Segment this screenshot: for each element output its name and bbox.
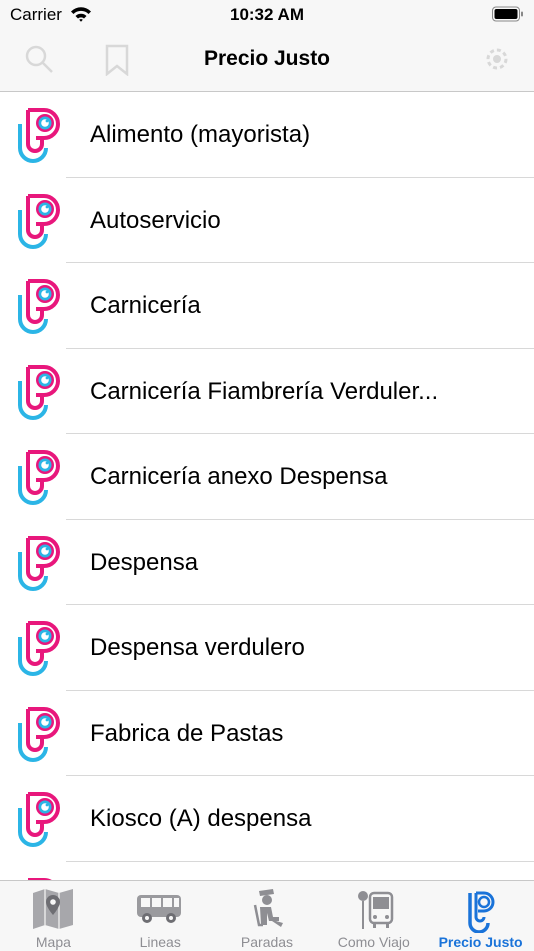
precio-justo-logo-icon xyxy=(14,188,70,254)
settings-icon[interactable] xyxy=(482,44,512,79)
battery-icon xyxy=(492,6,524,27)
list-item-label: Fabrica de Pastas xyxy=(90,719,284,747)
tab-label: Paradas xyxy=(240,934,294,950)
tab-label: Mapa xyxy=(35,934,71,950)
list-item[interactable]: Carnicería xyxy=(0,263,534,349)
tab-precio-justo[interactable]: Precio Justo xyxy=(427,881,534,951)
status-bar: Carrier 10:32 AM xyxy=(0,0,534,30)
precio-justo-logo-icon xyxy=(14,444,70,510)
list-item-label: Carnicería xyxy=(90,292,201,319)
tab-lineas[interactable]: Lineas xyxy=(107,881,214,951)
precio-justo-logo-icon xyxy=(14,615,70,681)
precio-justo-logo-icon xyxy=(14,786,70,852)
list-item[interactable]: Carnicería anexo Despensa xyxy=(0,434,534,520)
list-item-label: Despensa verdulero xyxy=(90,634,305,661)
list-item[interactable]: Alimento (mayorista) xyxy=(0,92,534,178)
page-title: Precio Justo xyxy=(203,47,331,70)
bus-icon xyxy=(135,887,185,932)
list-item[interactable]: Carnicería Fiambrería Verduler... xyxy=(0,349,534,434)
tab-bar: Mapa Lineas Paradas Como Viajo Precio Ju… xyxy=(0,880,534,951)
list-item[interactable]: Kiosco (A) despensa xyxy=(0,776,534,862)
tab-como-viajo[interactable]: Como Viajo xyxy=(320,881,427,951)
category-list: Alimento (mayorista) Autoservicio Carnicer… xyxy=(0,92,534,880)
passenger-icon xyxy=(247,887,287,936)
precio-justo-icon xyxy=(464,887,498,938)
tab-label: Precio Justo xyxy=(438,934,523,950)
list-item[interactable]: Despensa verdulero xyxy=(0,605,534,691)
list-item-label: Carnicería anexo Despensa xyxy=(90,463,388,490)
list-item-label: Kiosco (A) despensa xyxy=(90,805,312,832)
list-item[interactable]: Fabrica de Pastas xyxy=(0,691,534,776)
tab-paradas[interactable]: Paradas xyxy=(214,881,321,951)
precio-justo-logo-icon xyxy=(14,701,70,767)
precio-justo-logo-icon xyxy=(14,530,70,596)
precio-justo-logo-icon xyxy=(14,102,70,168)
list-item[interactable]: Autoservicio xyxy=(0,178,534,263)
map-icon xyxy=(31,887,75,934)
list-item-partial[interactable] xyxy=(0,862,534,880)
tab-label: Como Viajo xyxy=(337,934,410,950)
status-time: 10:32 AM xyxy=(229,5,304,24)
list-item[interactable]: Despensa xyxy=(0,520,534,605)
tab-mapa[interactable]: Mapa xyxy=(0,881,107,951)
precio-justo-logo-icon xyxy=(14,273,70,339)
tab-label: Lineas xyxy=(139,934,181,950)
list-item-label: Autoservicio xyxy=(90,206,221,234)
bus-stop-icon xyxy=(352,887,396,936)
navigation-bar: Precio Justo xyxy=(0,30,534,92)
list-item-label: Carnicería Fiambrería Verduler... xyxy=(90,377,439,405)
precio-justo-logo-icon xyxy=(14,872,70,880)
list-item-label: Alimento (mayorista) xyxy=(90,121,311,148)
precio-justo-logo-icon xyxy=(14,359,70,425)
list-item-label: Despensa xyxy=(90,548,199,576)
